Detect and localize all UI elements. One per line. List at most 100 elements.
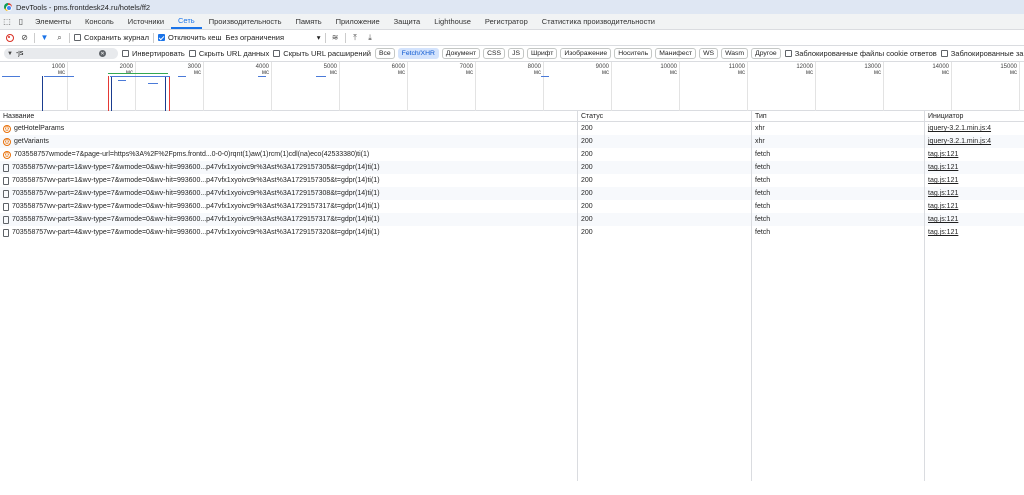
request-name: 703558757wv-part=2&wv-type=7&wmode=0&wv-… — [12, 190, 380, 197]
cell-name[interactable]: 703558757wv-part=1&wv-type=7&wmode=0&wv-… — [0, 174, 578, 187]
column-header-name[interactable]: Название — [0, 111, 578, 121]
type-chip-1[interactable]: Fetch/XHR — [397, 48, 439, 59]
tab-7[interactable]: Защита — [387, 14, 428, 29]
table-row[interactable]: {} 703558757wmode=7&page-url=https%3A%2F%… — [0, 148, 1024, 161]
tab-9[interactable]: Регистратор — [478, 14, 535, 29]
type-chip-3[interactable]: CSS — [483, 48, 506, 59]
cell-initiator[interactable]: jquery-3.2.1.min.js:4 — [925, 122, 1024, 135]
cell-name[interactable]: 703558757wv-part=2&wv-type=7&wmode=0&wv-… — [0, 187, 578, 200]
cell-initiator[interactable]: tag.js:121 — [925, 213, 1024, 226]
cell-name[interactable]: {} getHotelParams — [0, 122, 578, 135]
table-row[interactable]: 703558757wv-part=4&wv-type=7&wmode=0&wv-… — [0, 226, 1024, 239]
blocked-cookies-checkbox[interactable]: Заблокированные файлы cookie ответов — [784, 49, 937, 58]
clear-icon: ⊘ — [21, 33, 28, 42]
type-chip-10[interactable]: Wasm — [721, 48, 749, 59]
cell-initiator[interactable]: tag.js:121 — [925, 174, 1024, 187]
preserve-log-checkbox[interactable]: Сохранить журнал — [74, 33, 149, 42]
cell-type: fetch — [752, 148, 925, 161]
initiator-link[interactable]: jquery-3.2.1.min.js:4 — [928, 138, 991, 145]
search-button[interactable]: ⌕ — [54, 32, 65, 43]
cell-name[interactable]: {} getVariants — [0, 135, 578, 148]
cell-name[interactable]: 703558757wv-part=3&wv-type=7&wmode=0&wv-… — [0, 213, 578, 226]
throttling-select[interactable]: Без ограничения ▾ — [226, 33, 321, 42]
cell-initiator[interactable]: tag.js:121 — [925, 200, 1024, 213]
tab-5[interactable]: Память — [289, 14, 329, 29]
type-chip-11[interactable]: Другое — [751, 48, 781, 59]
tab-3[interactable]: Сеть — [171, 14, 202, 29]
timeline-tick-label: 13000 мс — [864, 64, 881, 76]
cell-initiator[interactable]: tag.js:121 — [925, 226, 1024, 239]
table-row[interactable]: 703558757wv-part=2&wv-type=7&wmode=0&wv-… — [0, 187, 1024, 200]
request-name: getVariants — [14, 138, 49, 145]
type-chip-6[interactable]: Изображение — [560, 48, 612, 59]
cell-type: xhr — [752, 122, 925, 135]
device-toolbar-icon[interactable]: ▯ — [14, 14, 28, 29]
tab-10[interactable]: Статистика производительности — [535, 14, 662, 29]
timeline-tick-label: 6000 мс — [391, 64, 405, 76]
table-row[interactable]: 703558757wv-part=1&wv-type=7&wmode=0&wv-… — [0, 174, 1024, 187]
table-row[interactable]: 703558757wv-part=1&wv-type=7&wmode=0&wv-… — [0, 161, 1024, 174]
column-header-status[interactable]: Статус — [578, 111, 752, 121]
tab-6[interactable]: Приложение — [329, 14, 387, 29]
tab-8[interactable]: Lighthouse — [427, 14, 478, 29]
initiator-link[interactable]: tag.js:121 — [928, 216, 958, 223]
type-chip-2[interactable]: Документ — [441, 48, 481, 59]
clear-filter-icon[interactable]: ✕ — [98, 50, 106, 57]
hide-data-urls-checkbox[interactable]: Скрыть URL данных — [188, 49, 269, 58]
table-row[interactable]: 703558757wv-part=2&wv-type=7&wmode=0&wv-… — [0, 200, 1024, 213]
inspect-element-icon[interactable]: ⬚ — [0, 14, 14, 29]
column-header-type[interactable]: Тип — [752, 111, 925, 121]
table-row[interactable]: {} getVariants 200 xhr jquery-3.2.1.min.js:4 — [0, 135, 1024, 148]
clear-button[interactable]: ⊘ — [19, 32, 30, 43]
import-har-button[interactable]: ⤒ — [350, 32, 361, 43]
type-chip-8[interactable]: Манифест — [655, 48, 697, 59]
table-row[interactable]: {} getHotelParams 200 xhr jquery-3.2.1.min.j… — [0, 122, 1024, 135]
initiator-link[interactable]: tag.js:121 — [928, 190, 958, 197]
cell-initiator[interactable]: tag.js:121 — [925, 161, 1024, 174]
timeline-gridline — [67, 62, 68, 111]
table-row[interactable]: 703558757wv-part=3&wv-type=7&wmode=0&wv-… — [0, 213, 1024, 226]
network-conditions-button[interactable]: ≋ — [330, 32, 341, 43]
cell-initiator[interactable]: tag.js:121 — [925, 187, 1024, 200]
initiator-link[interactable]: tag.js:121 — [928, 177, 958, 184]
tab-0[interactable]: Элементы — [28, 14, 78, 29]
type-chip-7[interactable]: Носитель — [614, 48, 653, 59]
type-chip-9[interactable]: WS — [699, 48, 719, 59]
type-chip-0[interactable]: Все — [374, 48, 395, 59]
disable-cache-checkbox[interactable]: Отключить кеш — [157, 33, 222, 42]
network-overview-timeline[interactable]: 1000 мс 2000 мс 3000 мс 4000 мс 5000 мс 6000 … — [0, 62, 1024, 111]
cell-name[interactable]: {} 703558757wmode=7&page-url=https%3A%2F%… — [0, 148, 578, 161]
throttling-value: Без ограничения — [225, 33, 285, 42]
filter-input[interactable] — [15, 50, 96, 57]
blocked-requests-checkbox[interactable]: Заблокированные за — [940, 49, 1023, 58]
export-har-button[interactable]: ⤓ — [365, 32, 376, 43]
cell-name[interactable]: 703558757wv-part=4&wv-type=7&wmode=0&wv-… — [0, 226, 578, 239]
filter-field[interactable]: ▼ ✕ — [4, 48, 118, 59]
cell-initiator[interactable]: jquery-3.2.1.min.js:4 — [925, 135, 1024, 148]
cell-initiator[interactable]: tag.js:121 — [925, 148, 1024, 161]
hide-ext-urls-checkbox[interactable]: Скрыть URL расширений — [273, 49, 371, 58]
invert-checkbox[interactable]: Инвертировать — [122, 49, 185, 58]
record-button[interactable] — [4, 32, 15, 43]
preserve-log-label: Сохранить журнал — [84, 33, 149, 42]
tab-1[interactable]: Консоль — [78, 14, 121, 29]
filter-toggle-button[interactable]: ▼ — [39, 32, 50, 43]
type-chip-4[interactable]: JS — [508, 48, 524, 59]
initiator-link[interactable]: tag.js:121 — [928, 164, 958, 171]
initiator-link[interactable]: tag.js:121 — [928, 203, 958, 210]
column-header-initiator[interactable]: Инициатор — [925, 111, 1024, 121]
tab-2[interactable]: Источники — [121, 14, 171, 29]
timeline-gridline — [407, 62, 408, 111]
request-name: 703558757wv-part=4&wv-type=7&wmode=0&wv-… — [12, 229, 380, 236]
tab-4[interactable]: Производительность — [202, 14, 289, 29]
type-chip-5[interactable]: Шрифт — [527, 48, 558, 59]
initiator-link[interactable]: jquery-3.2.1.min.js:4 — [928, 125, 991, 132]
timeline-gridline — [1019, 62, 1020, 111]
cell-name[interactable]: 703558757wv-part=2&wv-type=7&wmode=0&wv-… — [0, 200, 578, 213]
cell-name[interactable]: 703558757wv-part=1&wv-type=7&wmode=0&wv-… — [0, 161, 578, 174]
timeline-tick-label: 3000 мс — [187, 64, 201, 76]
cell-status: 200 — [578, 187, 752, 200]
initiator-link[interactable]: tag.js:121 — [928, 229, 958, 236]
initiator-link[interactable]: tag.js:121 — [928, 151, 958, 158]
timeline-tick-label: 9000 мс — [595, 64, 609, 76]
